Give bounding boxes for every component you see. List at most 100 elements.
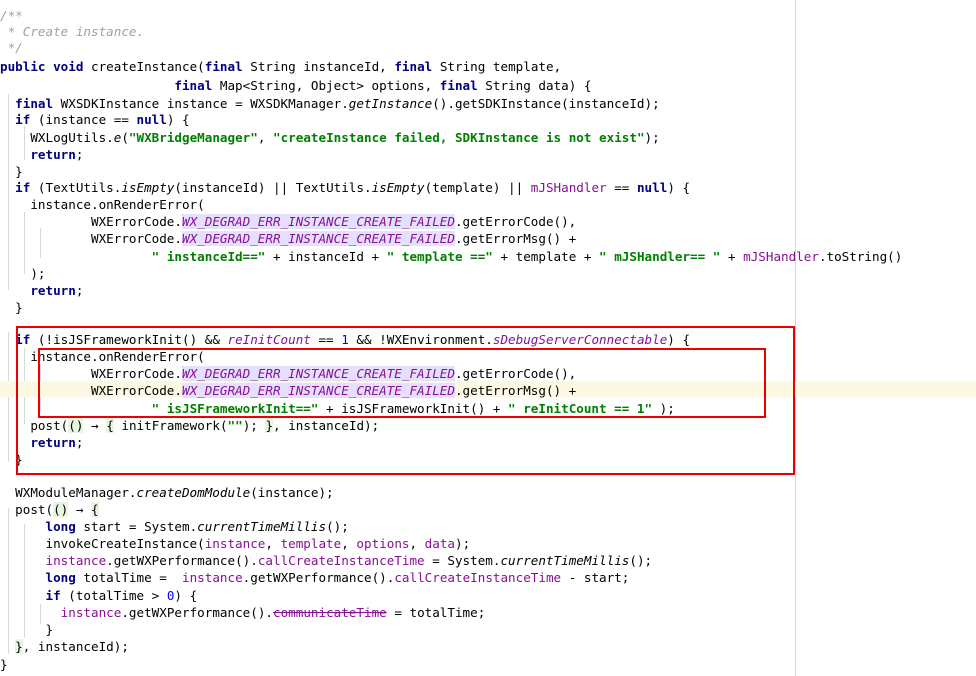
code-token-pln: ); bbox=[242, 418, 266, 433]
code-token-pln bbox=[0, 96, 15, 111]
code-token-pln bbox=[0, 401, 152, 416]
code-line[interactable]: return; bbox=[0, 147, 83, 163]
code-token-pln: instance.onRenderError( bbox=[0, 349, 205, 364]
code-token-kw: long bbox=[45, 570, 76, 585]
code-token-pln: ); bbox=[652, 401, 675, 416]
code-token-fld: callCreateInstanceTime bbox=[394, 570, 562, 585]
code-line[interactable]: } bbox=[0, 622, 53, 638]
code-line[interactable]: instance.onRenderError( bbox=[0, 197, 204, 213]
code-token-sfld: reInitCount bbox=[227, 332, 311, 347]
code-token-pln: ) { bbox=[174, 588, 198, 603]
code-token-arrow: → bbox=[91, 418, 99, 433]
code-token-pln: WXErrorCode. bbox=[0, 383, 182, 398]
code-line[interactable]: instance.getWXPerformance().callCreateIn… bbox=[0, 553, 653, 569]
code-line[interactable]: WXLogUtils.e("WXBridgeManager", "createI… bbox=[0, 130, 659, 146]
code-line[interactable]: final WXSDKInstance instance = WXSDKMana… bbox=[0, 96, 660, 112]
code-token-fld: instance bbox=[60, 605, 122, 620]
code-token-pln: + template + bbox=[492, 249, 600, 264]
code-line[interactable]: }, instanceId); bbox=[0, 639, 129, 655]
code-token-str: "createInstance failed, SDKInstance is n… bbox=[273, 130, 645, 145]
code-token-kw: final bbox=[394, 59, 433, 74]
code-token-pln bbox=[0, 78, 174, 93]
code-token-pln bbox=[83, 502, 91, 517]
code-line[interactable]: invokeCreateInstance(instance, template,… bbox=[0, 536, 470, 552]
code-line[interactable]: /** bbox=[0, 8, 23, 24]
code-token-kw: if bbox=[15, 332, 31, 347]
code-token-pln: (instance); bbox=[250, 485, 334, 500]
code-token-fld: template bbox=[280, 536, 342, 551]
code-token-num: 1 bbox=[341, 332, 349, 347]
code-token-pln: ; bbox=[75, 147, 84, 162]
code-token-pln: totalTime = bbox=[75, 570, 182, 585]
code-line[interactable]: WXErrorCode.WX_DEGRAD_ERR_INSTANCE_CREAT… bbox=[0, 383, 576, 399]
code-line[interactable]: long totalTime = instance.getWXPerforman… bbox=[0, 570, 630, 586]
code-line[interactable]: public void createInstance(final String … bbox=[0, 59, 561, 75]
code-token-kw: final bbox=[174, 78, 213, 93]
code-line[interactable]: instance.onRenderError( bbox=[0, 349, 205, 365]
code-line[interactable]: } bbox=[0, 300, 23, 316]
code-token-kw: null bbox=[136, 112, 167, 127]
code-line[interactable]: " isJSFrameworkInit==" + isJSFrameworkIn… bbox=[0, 401, 675, 417]
code-token-fld: mJSHandler bbox=[530, 180, 607, 195]
code-token-pln: WXErrorCode. bbox=[0, 231, 182, 246]
code-token-pln: String instanceId, bbox=[242, 59, 395, 74]
code-line[interactable]: } bbox=[0, 452, 23, 468]
code-token-pln: , bbox=[257, 130, 273, 145]
code-token-pln bbox=[0, 605, 61, 620]
code-line[interactable]: return; bbox=[0, 283, 83, 299]
code-token-pln bbox=[0, 570, 46, 585]
code-token-pln bbox=[46, 59, 54, 74]
code-token-cmt: */ bbox=[0, 40, 23, 55]
code-line[interactable]: } bbox=[0, 657, 8, 673]
code-line[interactable]: " instanceId==" + instanceId + " templat… bbox=[0, 249, 903, 265]
code-line[interactable]: if (!isJSFrameworkInit() && reInitCount … bbox=[0, 332, 690, 348]
code-line[interactable]: WXErrorCode.WX_DEGRAD_ERR_INSTANCE_CREAT… bbox=[0, 214, 576, 230]
code-token-pln bbox=[0, 283, 30, 298]
code-token-pln: WXModuleManager. bbox=[0, 485, 137, 500]
code-token-str: " reInitCount == 1" bbox=[508, 401, 653, 416]
code-editor-viewport[interactable]: /** * Create instance. */ public void cre… bbox=[0, 0, 976, 676]
code-token-kw: final bbox=[204, 59, 243, 74]
code-token-pln: = System. bbox=[424, 553, 501, 568]
code-token-lam: () bbox=[53, 502, 69, 517]
code-line[interactable]: long start = System.currentTimeMillis(); bbox=[0, 519, 349, 535]
code-token-kw: if bbox=[45, 588, 61, 603]
code-token-cst: WX_DEGRAD_ERR_INSTANCE_CREATE_FAILED bbox=[181, 383, 455, 398]
code-token-str: " isJSFrameworkInit==" bbox=[151, 401, 319, 416]
code-line[interactable]: } bbox=[0, 164, 23, 180]
code-token-pln: (TextUtils. bbox=[30, 180, 122, 195]
code-token-pln: (template) || bbox=[424, 180, 531, 195]
code-line[interactable]: */ bbox=[0, 40, 23, 56]
code-line[interactable]: if (TextUtils.isEmpty(instanceId) || Tex… bbox=[0, 180, 690, 196]
code-token-pln: + isJSFrameworkInit() + bbox=[318, 401, 509, 416]
code-token-dep: communicateTime bbox=[273, 605, 387, 620]
code-token-cst: WX_DEGRAD_ERR_INSTANCE_CREATE_FAILED bbox=[181, 366, 455, 381]
code-line[interactable]: if (totalTime > 0) { bbox=[0, 588, 198, 604]
code-token-pln: ); bbox=[455, 536, 471, 551]
code-token-pln bbox=[0, 519, 46, 534]
code-line[interactable]: WXModuleManager.createDomModule(instance… bbox=[0, 485, 334, 501]
code-line[interactable]: ); bbox=[0, 266, 45, 282]
code-token-pln: ; bbox=[75, 435, 84, 450]
code-line[interactable]: post(() → { initFramework(""); }, instan… bbox=[0, 418, 379, 434]
code-token-fld: mJSHandler bbox=[743, 249, 819, 264]
code-token-mth: isEmpty bbox=[371, 180, 425, 195]
code-token-pln: } bbox=[0, 300, 23, 315]
code-token-kw: null bbox=[636, 180, 668, 195]
code-token-pln: , instanceId); bbox=[273, 418, 380, 433]
code-line[interactable]: post(() → { bbox=[0, 502, 99, 518]
code-token-pln bbox=[0, 435, 30, 450]
code-line[interactable]: WXErrorCode.WX_DEGRAD_ERR_INSTANCE_CREAT… bbox=[0, 366, 576, 382]
code-token-pln bbox=[0, 553, 46, 568]
code-line[interactable]: final Map<String, Object> options, final… bbox=[0, 78, 591, 94]
code-line[interactable]: WXErrorCode.WX_DEGRAD_ERR_INSTANCE_CREAT… bbox=[0, 231, 576, 247]
code-line[interactable]: return; bbox=[0, 435, 83, 451]
code-token-pln: post( bbox=[0, 418, 69, 433]
code-line[interactable]: instance.getWXPerformance().communicateT… bbox=[0, 605, 486, 621]
code-line[interactable]: * Create instance. bbox=[0, 24, 144, 40]
code-token-kw: return bbox=[30, 147, 76, 162]
code-line[interactable]: if (instance == null) { bbox=[0, 112, 189, 128]
code-token-str: "WXBridgeManager" bbox=[128, 130, 258, 145]
code-token-mth: createDomModule bbox=[136, 485, 251, 500]
code-token-fld: instance bbox=[204, 536, 266, 551]
